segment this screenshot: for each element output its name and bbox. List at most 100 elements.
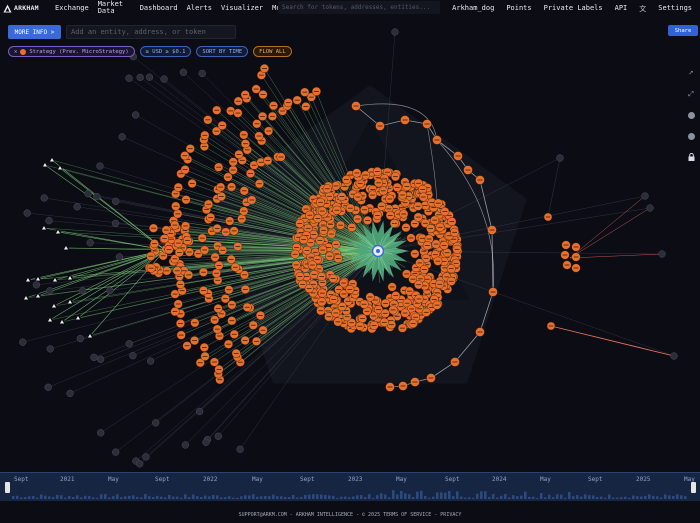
timeline-bar	[264, 496, 267, 499]
timeline-bar	[600, 497, 603, 499]
entity-node-mark	[220, 125, 225, 126]
entity-node-mark	[178, 323, 183, 324]
nav-settings[interactable]: Settings	[658, 4, 692, 14]
timeline-bar	[24, 497, 27, 499]
cursor-icon[interactable]: ➚	[684, 66, 698, 80]
nav-exchange[interactable]: Exchange	[55, 5, 89, 12]
unlabeled-node	[182, 442, 189, 449]
brand-name: ARKHAM	[14, 4, 39, 12]
top-navigation-bar: ARKHAM Exchange Market Data Dashboard Al…	[0, 0, 700, 16]
timeline-bar	[468, 497, 471, 499]
unlabeled-node	[132, 112, 139, 119]
unlabeled-node	[152, 419, 159, 426]
timeline-bar	[592, 495, 595, 499]
nav-alerts[interactable]: Alerts	[187, 5, 212, 12]
timeline-bar	[452, 496, 455, 499]
add-entity-input[interactable]: Add an entity, address, or token	[66, 25, 236, 39]
entity-node-mark	[311, 284, 316, 285]
graph-edge	[570, 196, 645, 258]
timeline-bar	[336, 498, 339, 499]
entity-node-mark	[376, 177, 381, 178]
timeline-scrubber[interactable]: Sept2021MaySept2022MaySept2023MaySept202…	[0, 472, 700, 501]
entity-node-mark	[311, 234, 316, 235]
entity-node-mark	[387, 199, 392, 200]
sort-by-time-chip[interactable]: SORT BY TIME	[196, 46, 248, 57]
timeline-label: May	[108, 476, 119, 483]
entity-node-mark	[320, 211, 325, 212]
usd-filter-chip[interactable]: ≥ USD ≥ $0.1	[140, 46, 192, 57]
entity-node-mark	[240, 160, 245, 161]
nav-dashboard[interactable]: Dashboard	[140, 5, 178, 12]
translate-icon[interactable]: 文	[639, 4, 646, 14]
timeline-bar	[396, 494, 399, 499]
unlabeled-node	[77, 335, 84, 342]
remove-filter-icon[interactable]: ✕	[14, 49, 17, 55]
timeline-bar	[588, 495, 591, 499]
entity-node-mark	[217, 379, 222, 380]
entity-node-mark	[313, 298, 318, 299]
footer-text: SUPPORT@ARKM.COM - ARKHAM INTELLIGENCE -…	[0, 512, 700, 518]
timeline-label: 2021	[60, 476, 74, 483]
entity-node-mark	[416, 206, 421, 207]
entity-node-mark	[370, 195, 375, 196]
entity-node-mark	[149, 268, 154, 269]
timeline-bar	[552, 497, 555, 499]
timeline-bar	[140, 497, 143, 499]
flow-all-chip[interactable]: FLOW ALL	[253, 46, 292, 57]
timeline-start-handle[interactable]	[5, 482, 10, 493]
entity-node-mark	[320, 250, 325, 251]
visualizer-graph-canvas[interactable]	[0, 0, 700, 472]
entity-node-mark	[231, 170, 236, 171]
brand[interactable]: ARKHAM	[3, 4, 49, 13]
entity-node-mark	[329, 234, 334, 235]
nav-market-data[interactable]: Market Data	[98, 1, 123, 15]
entity-node-mark	[373, 300, 378, 301]
more-info-button[interactable]: MORE INFO >	[8, 25, 61, 39]
timeline-bar	[16, 496, 19, 499]
nav-visualizer[interactable]: Visualizer	[221, 5, 263, 12]
entity-filter-chip[interactable]: ✕ Strategy (Prev. MicroStrategy)	[8, 46, 135, 57]
nav-private-labels[interactable]: Private Labels	[544, 4, 603, 14]
timeline-bar	[560, 495, 563, 499]
nav-api[interactable]: API	[615, 4, 628, 14]
entity-node-mark	[393, 208, 398, 209]
timeline-bar	[304, 495, 307, 499]
entity-node-mark	[325, 188, 330, 189]
timeline-bar	[492, 494, 495, 499]
entity-node-mark	[152, 243, 157, 244]
timeline-bar	[568, 492, 571, 499]
entity-node-mark	[192, 322, 197, 323]
usd-filter-label: ≥ USD ≥ $0.1	[146, 49, 186, 55]
timeline-label: 2022	[203, 476, 217, 483]
timeline-bar	[372, 498, 375, 499]
entity-node-mark	[478, 332, 483, 333]
lock-icon[interactable]	[684, 150, 698, 164]
unlabeled-node	[33, 281, 40, 288]
zoom-out-icon[interactable]	[684, 129, 698, 143]
graph-edge	[570, 208, 650, 258]
entity-node-mark	[214, 273, 219, 274]
entity-node-mark	[243, 289, 248, 290]
fit-screen-icon[interactable]: ⤢	[684, 87, 698, 101]
share-button[interactable]: Share	[668, 25, 698, 36]
timeline-bar	[436, 492, 439, 499]
entity-node-mark	[432, 220, 437, 221]
nav-user-arkham-dog[interactable]: Arkham_dog	[452, 4, 494, 14]
entity-node-mark	[403, 313, 408, 314]
entity-node-mark	[340, 196, 345, 197]
timeline-end-handle[interactable]	[691, 482, 696, 493]
unlabeled-node	[557, 155, 564, 162]
timeline-bar	[220, 497, 223, 499]
graph-tools: ➚ ⤢	[684, 66, 698, 171]
entity-node-mark	[417, 308, 422, 309]
graph-edge	[38, 250, 165, 296]
entity-node-mark	[413, 382, 418, 383]
zoom-in-icon[interactable]	[684, 108, 698, 122]
timeline-bar	[72, 497, 75, 499]
entity-node-mark	[407, 291, 412, 292]
entity-node-mark	[444, 277, 449, 278]
search-input[interactable]: Search for tokens, addresses, entities..…	[278, 1, 440, 14]
entity-node-mark	[438, 227, 443, 228]
entity-node-mark	[320, 282, 325, 283]
nav-points[interactable]: Points	[506, 4, 531, 14]
